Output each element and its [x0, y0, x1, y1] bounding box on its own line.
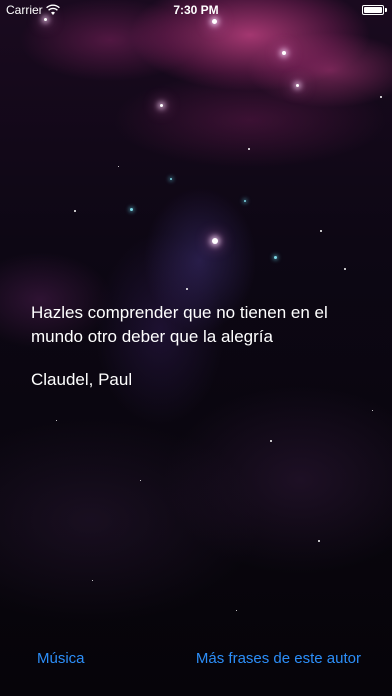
star	[140, 480, 141, 481]
star	[74, 210, 76, 212]
star	[56, 420, 57, 421]
star	[320, 230, 322, 232]
star	[380, 96, 382, 98]
star	[170, 178, 172, 180]
star	[274, 256, 277, 259]
star	[160, 104, 163, 107]
star	[186, 288, 188, 290]
status-time: 7:30 PM	[173, 3, 219, 17]
star	[244, 200, 246, 202]
star	[212, 238, 218, 244]
star	[296, 84, 299, 87]
star	[344, 268, 346, 270]
quote-author: Claudel, Paul	[31, 370, 133, 389]
star	[270, 440, 272, 442]
music-button[interactable]: Música	[37, 648, 85, 670]
star	[118, 166, 119, 167]
quote-block: Hazles comprender que no tienen en el mu…	[31, 301, 361, 392]
star	[130, 208, 133, 211]
star	[236, 610, 237, 611]
star	[248, 148, 250, 150]
battery-icon	[362, 5, 387, 15]
quote-text: Hazles comprender que no tienen en el mu…	[31, 303, 328, 346]
star	[372, 410, 373, 411]
star	[92, 580, 93, 581]
more-quotes-by-author-button[interactable]: Más frases de este autor	[196, 648, 361, 670]
status-bar: Carrier 7:30 PM	[0, 0, 392, 20]
star	[282, 51, 286, 55]
star	[318, 540, 320, 542]
